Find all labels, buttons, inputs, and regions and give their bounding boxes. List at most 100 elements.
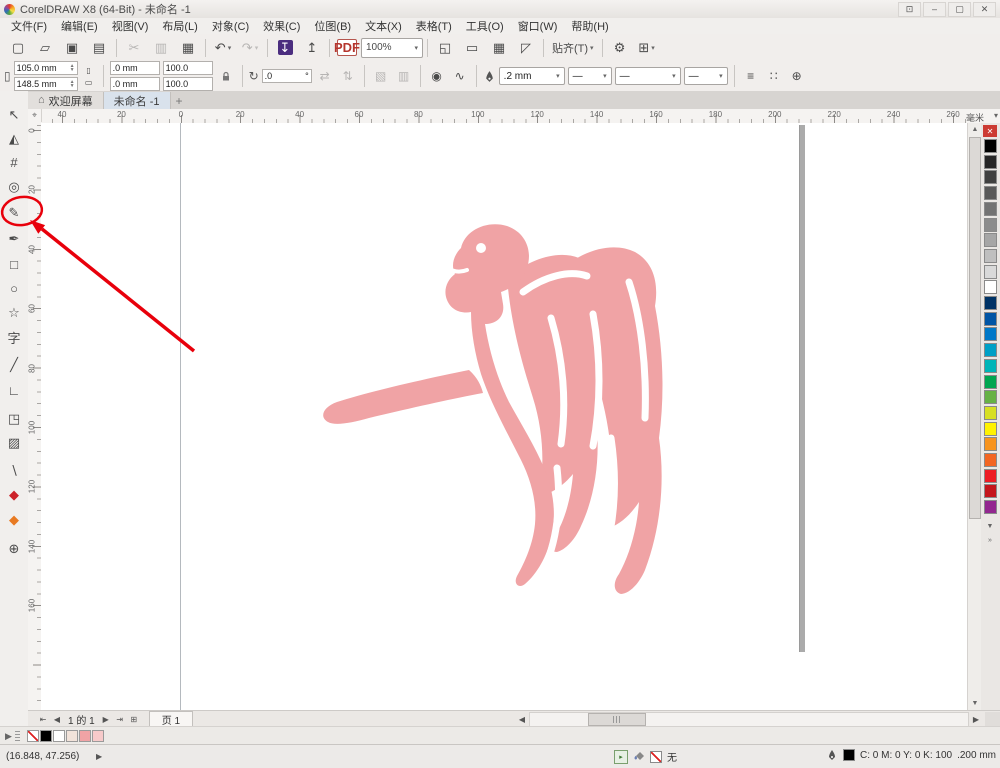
align-button[interactable]: ⊕	[787, 66, 807, 86]
show-guidelines-button[interactable]: ◸	[513, 37, 539, 59]
status-expander-button[interactable]: ▶	[96, 752, 102, 761]
fullscreen-preview-button[interactable]: ◱	[432, 37, 458, 59]
page-tab[interactable]: 页 1	[148, 711, 194, 727]
print-button[interactable]: ▤	[86, 37, 112, 59]
artistic-media-tool[interactable]: ✒	[3, 227, 25, 249]
palette-color-swatch[interactable]	[984, 186, 997, 201]
horizontal-scroll-track[interactable]	[529, 711, 969, 727]
pink-angel-clipart[interactable]	[311, 218, 671, 598]
horizontal-ruler[interactable]: ⌖ 毫米 ▾ 40 20 0 20 40 60 80 100 120 140 160 180 200 22…	[28, 109, 1000, 124]
zoom-tool[interactable]: ◎	[3, 175, 25, 197]
color-eyedropper-tool[interactable]: ∖	[3, 459, 25, 481]
palette-color-swatch[interactable]	[984, 343, 997, 358]
show-grid-button[interactable]: ▦	[486, 37, 512, 59]
menu-item[interactable]: 工具(O)	[459, 18, 511, 34]
close-button[interactable]: ✕	[973, 1, 996, 17]
palette-color-swatch[interactable]	[984, 374, 997, 389]
menu-item[interactable]: 文本(X)	[358, 18, 409, 34]
document-color-swatch[interactable]	[52, 730, 65, 742]
launcher-dropdown[interactable]: ⊞ ▾	[634, 37, 660, 59]
palette-color-swatch[interactable]	[984, 264, 997, 279]
palette-color-swatch[interactable]	[984, 358, 997, 373]
copy-button[interactable]: ▥	[148, 37, 174, 59]
palette-color-swatch[interactable]	[984, 484, 997, 499]
position-y-field[interactable]: .0 mm	[109, 77, 160, 91]
shape-tool[interactable]: ◭	[3, 127, 25, 149]
interactive-fill-tool[interactable]: ◆	[3, 483, 25, 505]
smart-fill-tool[interactable]: ◆	[3, 508, 25, 530]
palette-color-swatch[interactable]	[984, 233, 997, 248]
export-button[interactable]: ↥	[299, 37, 325, 59]
prev-page-button[interactable]: ◀	[50, 713, 64, 726]
cut-button[interactable]: ✂	[121, 37, 147, 59]
show-rulers-button[interactable]: ▭	[459, 37, 485, 59]
menu-item[interactable]: 视图(V)	[105, 18, 156, 34]
portrait-button[interactable]: ▯	[81, 65, 97, 75]
document-color-swatch[interactable]	[39, 730, 52, 742]
line-style-combo[interactable]: — ▾	[614, 67, 681, 85]
palette-color-swatch[interactable]	[984, 170, 997, 185]
scroll-down-button[interactable]: ▼	[968, 697, 982, 710]
menu-item[interactable]: 对象(C)	[205, 18, 256, 34]
object-combine-button[interactable]: ▥	[394, 66, 414, 86]
menu-item[interactable]: 位图(B)	[307, 18, 358, 34]
document-palette-expander[interactable]: ▶	[5, 731, 12, 742]
color-settings-icon[interactable]: ▸	[614, 749, 628, 764]
scroll-up-button[interactable]: ▲	[968, 123, 982, 136]
text-tool[interactable]: 字	[3, 327, 25, 349]
menu-item[interactable]: 布局(L)	[155, 18, 204, 34]
wrap-text-button[interactable]: ≡	[741, 66, 761, 86]
ruler-options-button[interactable]: ▾	[994, 111, 998, 120]
palette-color-swatch[interactable]	[984, 437, 997, 452]
palette-scroll-down-button[interactable]: ▼	[983, 520, 997, 532]
parallel-dimension-tool[interactable]: ╱	[3, 353, 25, 375]
drawing-canvas[interactable]	[41, 123, 967, 710]
position-x-field[interactable]: .0 mm	[109, 61, 160, 75]
maximize-button[interactable]: ▢	[948, 1, 971, 17]
menu-item[interactable]: 帮助(H)	[564, 18, 615, 34]
snap-grid-button[interactable]: ∷	[764, 66, 784, 86]
palette-color-swatch[interactable]	[984, 421, 997, 436]
open-button[interactable]: ▱	[32, 37, 58, 59]
palette-flyout-button[interactable]: »	[983, 534, 997, 546]
scale-h-field[interactable]: 100.0	[162, 61, 213, 75]
palette-color-swatch[interactable]	[984, 500, 997, 515]
new-tab-button[interactable]: +	[171, 92, 188, 109]
palette-color-swatch[interactable]	[984, 390, 997, 405]
arrow-end-combo[interactable]: — ▾	[683, 67, 728, 85]
minimize-button[interactable]: –	[923, 1, 946, 17]
palette-color-swatch[interactable]	[984, 154, 997, 169]
palette-color-swatch[interactable]	[984, 201, 997, 216]
horizontal-scroll-thumb[interactable]	[588, 712, 646, 726]
mirror-horizontal-button[interactable]: ⇄	[315, 66, 335, 86]
options-button[interactable]: ⚙	[607, 37, 633, 59]
spinner-icon[interactable]: ▲ ▼	[70, 80, 75, 89]
add-page-button[interactable]: ⊞	[127, 713, 141, 726]
curve-smoothness-button[interactable]: ∿	[450, 66, 470, 86]
palette-color-swatch[interactable]	[984, 405, 997, 420]
new-document-button[interactable]: ▢	[5, 37, 31, 59]
menu-item[interactable]: 效果(C)	[256, 18, 307, 34]
page-height-field[interactable]: 148.5 mm ▲ ▼	[13, 77, 78, 91]
pick-tool[interactable]: ↖	[3, 103, 25, 125]
titlebar-extra-button[interactable]: ⊡	[898, 1, 921, 17]
lock-ratio-button[interactable]	[216, 66, 236, 86]
scale-v-field[interactable]: 100.0	[162, 77, 213, 91]
outline-width-combo[interactable]: .2 mm ▾	[498, 67, 565, 85]
vertical-scroll-thumb[interactable]	[969, 137, 981, 519]
freehand-tool[interactable]: ✎	[3, 201, 25, 223]
document-color-swatch[interactable]	[91, 730, 104, 742]
menu-item[interactable]: 编辑(E)	[54, 18, 105, 34]
crop-tool[interactable]: #	[3, 151, 25, 173]
import-button[interactable]: ↧	[272, 37, 298, 59]
palette-drag-handle[interactable]	[14, 731, 20, 741]
mirror-vertical-button[interactable]: ⇅	[338, 66, 358, 86]
arrow-start-combo[interactable]: — ▾	[567, 67, 612, 85]
first-page-button[interactable]: ⇤	[36, 713, 50, 726]
landscape-button[interactable]: ▭	[81, 77, 97, 87]
tab-welcome-screen[interactable]: ⌂ 欢迎屏幕	[28, 92, 104, 109]
paste-button[interactable]: ▦	[175, 37, 201, 59]
document-color-swatch[interactable]	[65, 730, 78, 742]
vertical-scrollbar[interactable]: ▲ ▼	[967, 123, 982, 710]
connector-tool[interactable]: ∟	[3, 379, 25, 401]
